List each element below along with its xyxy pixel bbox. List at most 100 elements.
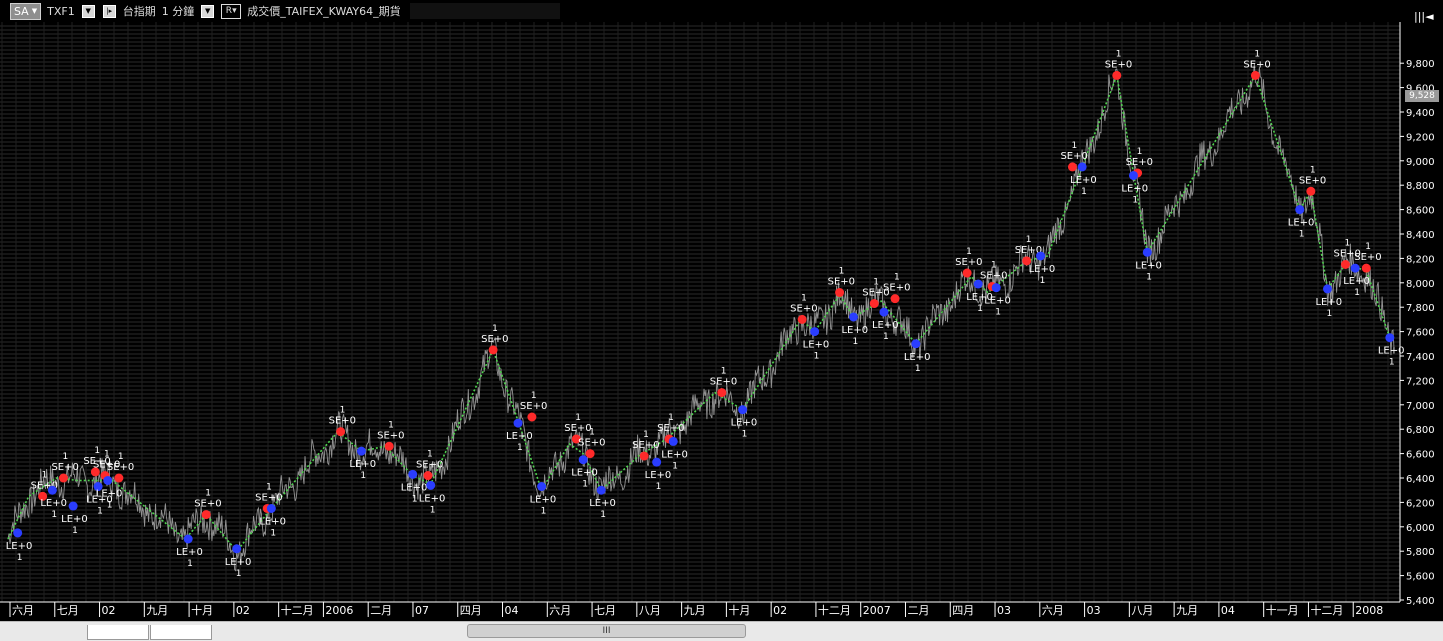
x-tick-label: 八月 [639,604,661,617]
long-entry-marker [1385,333,1395,343]
long-entry-label: LE+0 [96,488,123,499]
sheet-tab[interactable] [150,625,212,640]
quantity-label: 1 [600,510,606,520]
short-entry-label: SE+0 [564,423,591,434]
quantity-label: 1 [388,420,394,430]
x-tick-label: 九月 [146,604,168,617]
long-entry-label: LE+0 [349,459,376,470]
x-tick-label: 02 [102,604,116,617]
sa-label: SA [14,4,29,18]
sa-button[interactable]: SA ▼ [10,2,42,20]
short-entry-label: SE+0 [51,462,78,473]
y-tick-label: 8,000 [1406,279,1435,290]
y-tick-label: 6,800 [1406,425,1435,436]
short-entry-label: SE+0 [1126,157,1153,168]
x-tick-label: 十二月 [1310,603,1343,617]
quantity-label: 1 [839,267,845,277]
y-tick-label: 7,400 [1406,352,1435,363]
y-tick-label: 9,200 [1406,132,1435,143]
bar-type-icon[interactable]: |▸ [102,4,116,18]
short-entry-label: SE+0 [1105,59,1132,70]
x-tick-label: 04 [505,604,519,617]
long-entry-label: LE+0 [530,495,557,506]
quantity-label: 1 [266,483,272,493]
long-entry-marker [232,544,242,554]
quantity-label: 1 [340,406,346,416]
short-entry-marker [890,294,900,304]
y-tick-label: 8,800 [1406,181,1435,192]
sheet-tab[interactable] [87,625,149,640]
long-entry-marker [879,307,889,317]
symbol-label[interactable]: TXF1 [47,5,75,18]
short-entry-label: SE+0 [255,493,282,504]
quantity-label: 1 [991,260,997,270]
quantity-label: 1 [1310,165,1316,175]
long-entry-label: LE+0 [1343,276,1370,287]
quantity-label: 1 [17,553,23,563]
long-entry-label: LE+0 [61,514,88,525]
scroll-thumb[interactable]: III [467,624,746,638]
y-tick-label: 6,600 [1406,450,1435,461]
quantity-label: 1 [94,446,100,456]
price-chart[interactable]: SE+01SE+01 SE+01SE+01SE+01SE+01 SE+01SE+01… [0,0,1443,621]
quantity-label: 1 [51,510,57,520]
quantity-label: 1 [883,332,889,342]
long-entry-label: LE+0 [571,468,598,479]
quantity-label: 1 [668,413,674,423]
quantity-label: 1 [72,526,78,536]
short-entry-marker [585,449,595,459]
interval-label[interactable]: 1 分鐘 [162,3,195,19]
short-entry-label: SE+0 [980,270,1007,281]
short-entry-label: SE+0 [520,401,547,412]
long-entry-marker [47,485,57,495]
y-tick-label: 9,800 [1406,59,1435,70]
short-entry-marker [336,427,346,437]
long-entry-marker [1350,263,1360,273]
long-entry-marker [652,457,662,467]
long-entry-marker [596,485,606,495]
interval-dropdown-icon[interactable]: ▼ [201,4,215,18]
symbol-dropdown-icon[interactable]: ▼ [81,4,95,18]
short-entry-label: SE+0 [578,438,605,449]
quantity-label: 1 [1146,272,1152,282]
r-button[interactable]: R ▾ [221,3,242,19]
long-entry-label: LE+0 [1070,175,1097,186]
short-entry-marker [58,473,68,483]
x-tick-label: 六月 [549,604,571,617]
quantity-label: 1 [236,569,242,579]
panel-toggle-icon[interactable]: |||◄ [1414,10,1434,23]
long-entry-marker [513,418,523,428]
short-entry-marker [423,471,433,481]
quantity-label: 1 [672,461,678,471]
short-entry-marker [384,441,394,451]
short-entry-marker [835,288,845,298]
quantity-label: 1 [582,480,588,490]
quantity-label: 1 [721,367,727,377]
long-entry-label: LE+0 [259,517,286,528]
long-entry-label: LE+0 [176,547,203,558]
quantity-label: 1 [62,452,68,462]
horizontal-scrollbar[interactable]: III [0,621,1443,641]
long-entry-marker [103,475,113,485]
quantity-label: 1 [814,352,820,362]
quantity-label: 1 [1040,276,1046,286]
x-tick-label: 十一月 [1266,603,1299,617]
x-tick-label: 04 [1221,604,1235,617]
quantity-label: 1 [1354,288,1360,298]
x-tick-label: 十二月 [281,603,314,617]
quantity-label: 1 [966,247,972,257]
long-entry-label: LE+0 [1378,346,1405,357]
quantity-label: 1 [205,489,211,499]
long-entry-marker [668,436,678,446]
chart-toolbar: SA ▼ TXF1 ▼ |▸ 台指期 1 分鐘 ▼ R ▾ 成交價_TAIFEX_K… [0,0,1443,22]
x-tick-label: 03 [997,604,1011,617]
x-tick-label: 十月 [191,603,213,617]
x-tick-label: 02 [773,604,787,617]
quantity-label: 1 [742,430,748,440]
quantity-label: 1 [977,304,983,314]
short-entry-marker [797,314,807,324]
quantity-label: 1 [1116,49,1122,59]
quantity-label: 1 [1389,358,1395,368]
quantity-label: 1 [427,450,433,460]
long-entry-marker [1077,162,1087,172]
